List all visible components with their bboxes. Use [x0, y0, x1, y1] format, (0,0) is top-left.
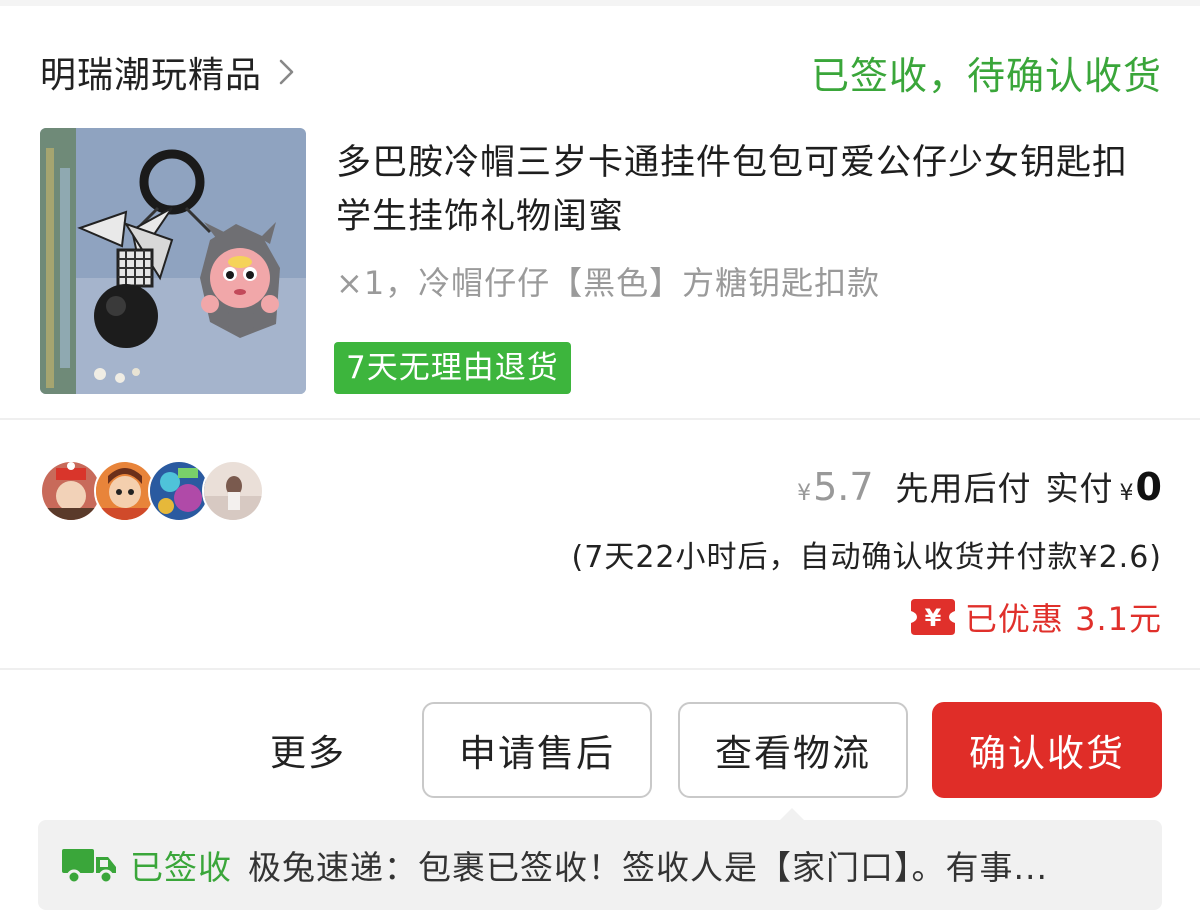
return-policy-badge: 7天无理由退货 — [334, 342, 571, 394]
avatar — [202, 460, 264, 522]
paid-amount: 0 — [1135, 465, 1162, 509]
keychain-product-image — [40, 128, 306, 394]
avatar — [40, 460, 102, 522]
paid-currency: ¥ — [1119, 481, 1134, 506]
confirm-receipt-button[interactable]: 确认收货 — [932, 702, 1162, 798]
chevron-right-icon — [279, 59, 294, 85]
payment-method: 先用后付 — [895, 469, 1032, 508]
product-spec: ×1，冷帽仔仔【黑色】方糖钥匙扣款 — [336, 264, 881, 302]
more-button[interactable]: 更多 — [270, 724, 346, 776]
original-price: 5.7 — [813, 465, 874, 509]
after-sales-button[interactable]: 申请售后 — [422, 702, 652, 798]
discount-text: 已优惠 3.1元 — [964, 600, 1162, 638]
price-summary: ¥ 5.7 先用后付 实付 ¥ 0 — [797, 462, 1162, 520]
auto-confirm-note: (7天22小时后，自动确认收货并付款¥2.6) — [571, 540, 1162, 575]
logistics-status: 已签收 — [130, 848, 232, 887]
product-title[interactable]: 多巴胺冷帽三岁卡通挂件包包可爱公仔少女钥匙扣学生挂饰礼物闺蜜 — [336, 136, 1162, 244]
logistics-banner[interactable]: 已签收 极兔速递：包裹已签收！签收人是【家门口】。有事... — [38, 808, 1162, 910]
coupon-icon-text: ¥ — [925, 604, 942, 632]
product-thumbnail[interactable] — [40, 128, 306, 394]
paid-label: 实付 — [1045, 469, 1114, 508]
order-actions: 更多 申请售后 查看物流 确认收货 — [0, 702, 1200, 800]
discount-info: ¥ 已优惠 3.1元 — [910, 596, 1162, 638]
product-item[interactable]: 多巴胺冷帽三岁卡通挂件包包可爱公仔少女钥匙扣学生挂饰礼物闺蜜 ×1，冷帽仔仔【黑… — [40, 124, 1162, 396]
logistics-message: 极兔速递：包裹已签收！签收人是【家门口】。有事... — [248, 848, 1048, 887]
avatar — [148, 460, 210, 522]
order-card: 明瑞潮玩精品 已签收，待确认收货 多巴胺冷帽三岁卡通挂件包包可爱公仔少女钥匙扣学… — [0, 6, 1200, 913]
truck-icon — [62, 849, 116, 885]
original-price-currency: ¥ — [797, 481, 812, 506]
coupon-icon: ¥ — [910, 599, 955, 635]
section-divider — [0, 418, 1200, 420]
order-status: 已签收，待确认收货 — [810, 53, 1162, 98]
shop-name: 明瑞潮玩精品 — [40, 55, 263, 96]
shop-link[interactable]: 明瑞潮玩精品 — [40, 46, 298, 98]
order-header: 明瑞潮玩精品 已签收，待确认收货 — [40, 44, 1162, 100]
avatar — [94, 460, 156, 522]
view-logistics-button[interactable]: 查看物流 — [678, 702, 908, 798]
section-divider — [0, 668, 1200, 670]
